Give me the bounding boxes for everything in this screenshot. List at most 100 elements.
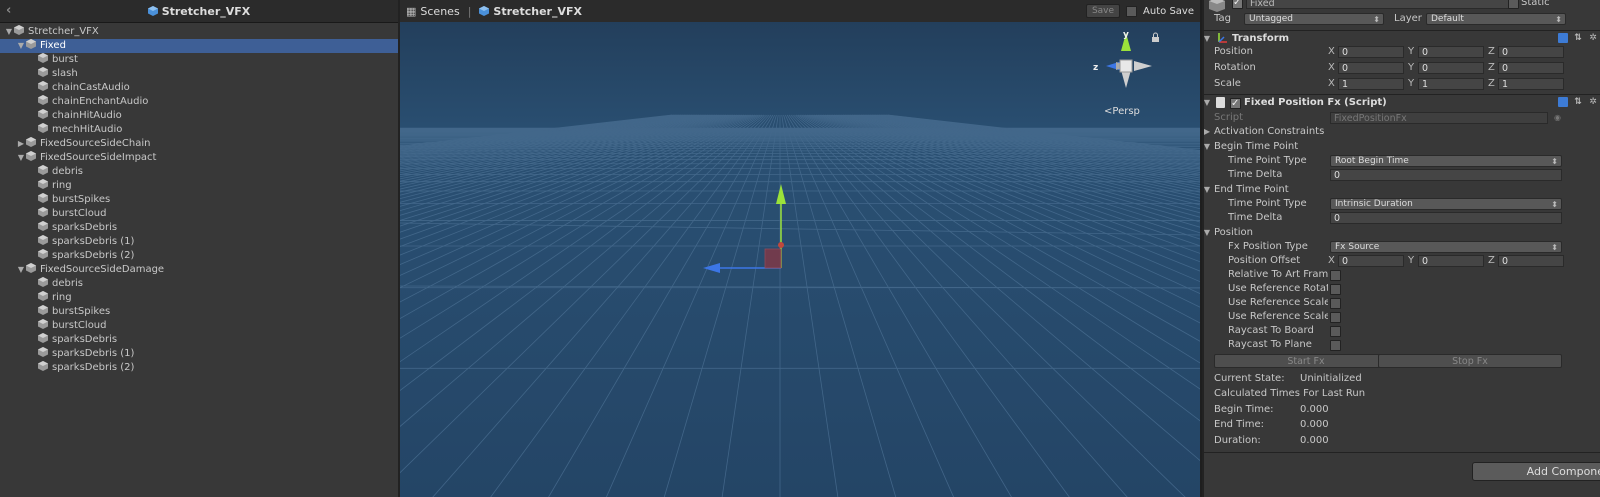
rotation-x-field[interactable]: 0 (1338, 62, 1404, 74)
script-component-header[interactable]: ▼ Fixed Position Fx (Script) ⇅ ✲ (1204, 94, 1600, 112)
hierarchy-item[interactable]: sparksDebris (2) (0, 361, 398, 375)
hierarchy-item[interactable]: ▶ FixedSourceSideChain (0, 137, 398, 151)
end-type-label: Time Point Type (1228, 198, 1307, 209)
use-reference-rotation-checkbox[interactable] (1330, 284, 1341, 295)
layer-dropdown[interactable]: Default (1426, 13, 1566, 25)
fx-pos-type-dropdown[interactable]: Fx Source (1330, 241, 1562, 253)
raycast-to-board-label: Raycast To Board (1228, 325, 1314, 336)
preset-icon[interactable]: ⇅ (1573, 97, 1583, 107)
hierarchy-item[interactable]: sparksDebris (0, 221, 398, 235)
hierarchy-item[interactable]: sparksDebris (1) (0, 347, 398, 361)
stop-fx-button[interactable]: Stop Fx (1378, 354, 1562, 368)
active-checkbox[interactable] (1232, 0, 1243, 10)
script-enabled-checkbox[interactable] (1230, 96, 1241, 112)
save-button[interactable]: Save (1085, 4, 1121, 18)
gameobject-icon (38, 193, 48, 203)
hierarchy-item[interactable]: ring (0, 179, 398, 193)
pos-offset-z-field[interactable]: 0 (1498, 255, 1564, 267)
object-picker-icon[interactable]: ◉ (1554, 111, 1561, 125)
hierarchy-item[interactable]: chainHitAudio (0, 109, 398, 123)
hierarchy-item[interactable]: ▼ Stretcher_VFX (0, 25, 398, 39)
hierarchy-item[interactable]: ▼ FixedSourceSideImpact (0, 151, 398, 165)
rotation-z-field[interactable]: 0 (1498, 62, 1564, 74)
settings-gear-icon[interactable]: ✲ (1588, 97, 1598, 107)
hierarchy-item[interactable]: burst (0, 53, 398, 67)
relative-to-art-frame-row: Relative To Art Frame (1204, 268, 1600, 282)
foldout-open-icon[interactable]: ▼ (1204, 226, 1212, 240)
expand-open-icon[interactable]: ▼ (16, 263, 26, 277)
scale-x-field[interactable]: 1 (1338, 78, 1404, 90)
gameobject-icon (38, 165, 48, 175)
use-reference-scale-abso-label: Use Reference Scale Abso (1228, 311, 1328, 322)
raycast-to-plane-checkbox[interactable] (1330, 340, 1341, 351)
hierarchy-item[interactable]: chainCastAudio (0, 81, 398, 95)
foldout-open-icon[interactable]: ▼ (1204, 183, 1212, 197)
hierarchy-item[interactable]: sparksDebris (1) (0, 235, 398, 249)
pos-offset-y-field[interactable]: 0 (1418, 255, 1484, 267)
hierarchy-item-label: sparksDebris (52, 222, 118, 233)
hierarchy-item[interactable]: debris (0, 165, 398, 179)
script-object-field[interactable]: FixedPositionFx (1330, 112, 1548, 124)
scene-view[interactable]: ▦ Scenes | Stretcher_VFX Save Auto Save (400, 0, 1200, 497)
position-z-field[interactable]: 0 (1498, 46, 1564, 58)
hierarchy-item[interactable]: sparksDebris (2) (0, 249, 398, 263)
current-state-value: Uninitialized (1300, 373, 1362, 384)
breadcrumb-current[interactable]: Stretcher_VFX (493, 5, 582, 18)
hierarchy-item[interactable]: slash (0, 67, 398, 81)
use-reference-scale-checkbox[interactable] (1330, 298, 1341, 309)
x-axis-handle[interactable] (778, 242, 784, 248)
hierarchy-item[interactable]: burstSpikes (0, 193, 398, 207)
expand-open-icon[interactable]: ▼ (16, 151, 26, 165)
breadcrumb-root[interactable]: Scenes (420, 5, 459, 18)
object-name-field[interactable]: Fixed (1246, 0, 1510, 9)
raycast-to-board-checkbox[interactable] (1330, 326, 1341, 337)
hierarchy-item[interactable]: ▼ FixedSourceSideDamage (0, 263, 398, 277)
auto-save-checkbox[interactable] (1126, 5, 1138, 17)
preset-icon[interactable]: ⇅ (1573, 33, 1583, 43)
add-component-button[interactable]: Add Component (1472, 462, 1600, 481)
scale-z-field[interactable]: 1 (1498, 78, 1564, 90)
axis-label: Z (1488, 46, 1495, 57)
projection-toggle[interactable]: <Persp (1104, 106, 1140, 117)
position-y-field[interactable]: 0 (1418, 46, 1484, 58)
gameobject-icon (38, 95, 48, 105)
end-type-dropdown[interactable]: Intrinsic Duration (1330, 198, 1562, 210)
begin-time-point-foldout-label: Begin Time Point (1214, 141, 1299, 152)
begin-type-dropdown[interactable]: Root Begin Time (1330, 155, 1562, 167)
help-book-icon[interactable] (1558, 97, 1568, 107)
use-reference-scale-abso-checkbox[interactable] (1330, 312, 1341, 323)
relative-to-art-frame-checkbox[interactable] (1330, 270, 1341, 281)
rotation-y-field[interactable]: 0 (1418, 62, 1484, 74)
pos-offset-x-field[interactable]: 0 (1338, 255, 1404, 267)
hierarchy-item[interactable]: burstSpikes (0, 305, 398, 319)
hierarchy-item[interactable]: chainEnchantAudio (0, 95, 398, 109)
expand-open-icon[interactable]: ▼ (16, 39, 26, 53)
settings-gear-icon[interactable]: ✲ (1588, 33, 1598, 43)
foldout-closed-icon[interactable]: ▶ (1204, 125, 1212, 139)
gameobject-icon (38, 235, 48, 245)
hierarchy-item[interactable]: debris (0, 277, 398, 291)
hierarchy-item[interactable]: ring (0, 291, 398, 305)
hierarchy-item[interactable]: burstCloud (0, 319, 398, 333)
tag-dropdown[interactable]: Untagged (1244, 13, 1384, 25)
x-plane-handle[interactable] (764, 248, 782, 269)
script-foldout-icon[interactable]: ▼ (1204, 95, 1212, 111)
back-arrow-icon[interactable]: ‹ (6, 3, 11, 18)
foldout-open-icon[interactable]: ▼ (1204, 140, 1212, 154)
help-book-icon[interactable] (1558, 33, 1568, 43)
begin-delta-field[interactable]: 0 (1330, 169, 1562, 181)
hierarchy-item[interactable]: ▼ Fixed (0, 39, 398, 53)
breadcrumb-separator: | (467, 4, 472, 18)
hierarchy-item[interactable]: burstCloud (0, 207, 398, 221)
scene-grid (400, 22, 1200, 497)
expand-open-icon[interactable]: ▼ (4, 25, 14, 39)
hierarchy-item[interactable]: sparksDebris (0, 333, 398, 347)
static-checkbox[interactable] (1508, 0, 1519, 9)
expand-closed-icon[interactable]: ▶ (16, 137, 26, 151)
position-x-field[interactable]: 0 (1338, 46, 1404, 58)
current-state-label: Current State: (1214, 373, 1285, 384)
end-delta-field[interactable]: 0 (1330, 212, 1562, 224)
scale-y-field[interactable]: 1 (1418, 78, 1484, 90)
start-fx-button[interactable]: Start Fx (1214, 354, 1398, 368)
hierarchy-item[interactable]: mechHitAudio (0, 123, 398, 137)
